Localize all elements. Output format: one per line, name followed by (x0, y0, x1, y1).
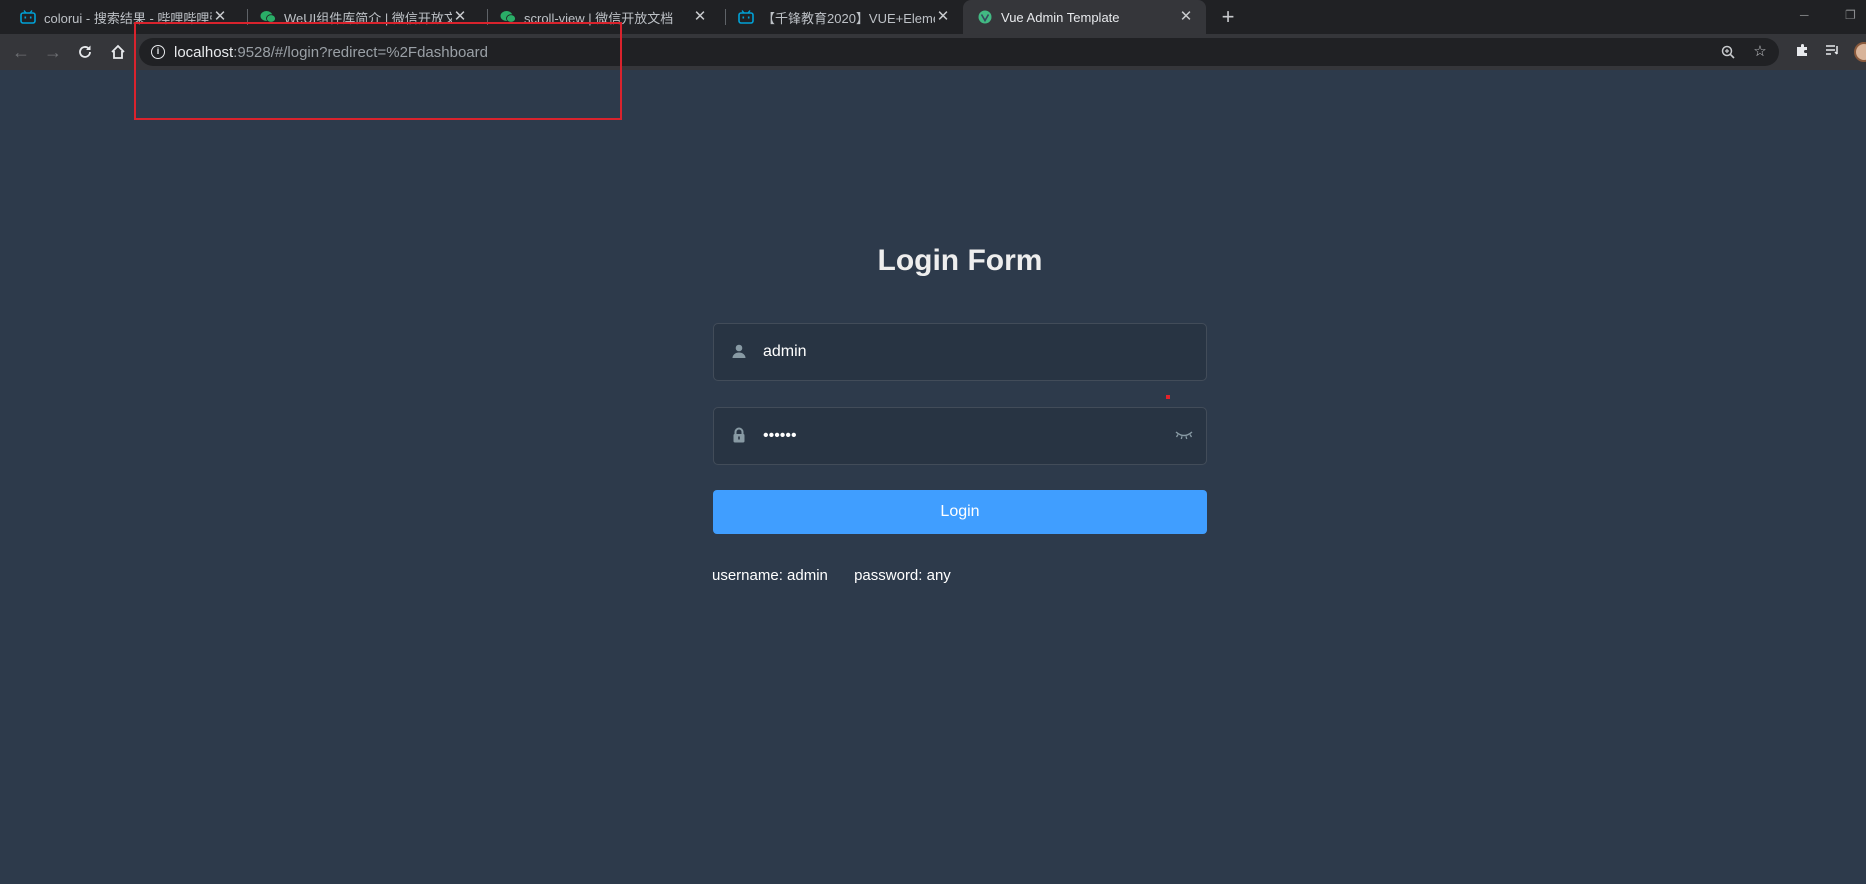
vue-icon (977, 9, 993, 25)
password-field[interactable]: •••••• (713, 407, 1207, 465)
tip-username: username: admin (712, 567, 828, 584)
bilibili-icon (20, 9, 36, 25)
eye-closed-icon[interactable] (1174, 428, 1194, 446)
tab-qianfeng[interactable]: 【千锋教育2020】VUE+Elemen ✕ (718, 0, 963, 34)
new-tab-button[interactable]: + (1216, 5, 1240, 29)
home-icon[interactable] (107, 41, 129, 63)
login-button[interactable]: Login (713, 490, 1207, 534)
minimize-icon[interactable]: ─ (1800, 8, 1809, 22)
user-icon (731, 343, 751, 363)
page-title: Login Form (877, 244, 1043, 277)
forward-icon[interactable]: → (42, 41, 64, 63)
tab-close-icon[interactable]: ✕ (1178, 9, 1194, 25)
tab-title: 【千锋教育2020】VUE+Elemen (762, 10, 935, 26)
tab-close-icon[interactable]: ✕ (935, 9, 951, 25)
password-input[interactable]: •••••• (763, 427, 797, 445)
restore-icon[interactable]: ❐ (1845, 8, 1856, 22)
bookmark-star-icon[interactable]: ☆ (1751, 43, 1769, 61)
username-field[interactable]: admin (713, 323, 1207, 381)
tab-vue-admin-template[interactable]: Vue Admin Template ✕ (963, 0, 1206, 34)
username-input[interactable]: admin (763, 343, 807, 361)
reading-list-icon[interactable] (1823, 43, 1841, 61)
lock-icon (731, 427, 751, 447)
tip-password: password: any (854, 567, 951, 584)
bilibili-icon (738, 9, 754, 25)
reload-icon[interactable] (74, 41, 96, 63)
tab-close-icon[interactable]: ✕ (692, 9, 708, 25)
back-icon[interactable]: ← (10, 41, 32, 63)
tab-title: Vue Admin Template (1001, 9, 1120, 25)
extensions-icon[interactable] (1793, 43, 1811, 61)
zoom-icon[interactable] (1719, 43, 1737, 61)
annotation-highlight-box (134, 22, 622, 120)
annotation-dot (1166, 395, 1170, 399)
login-tips: username: admin password: any (712, 567, 973, 584)
